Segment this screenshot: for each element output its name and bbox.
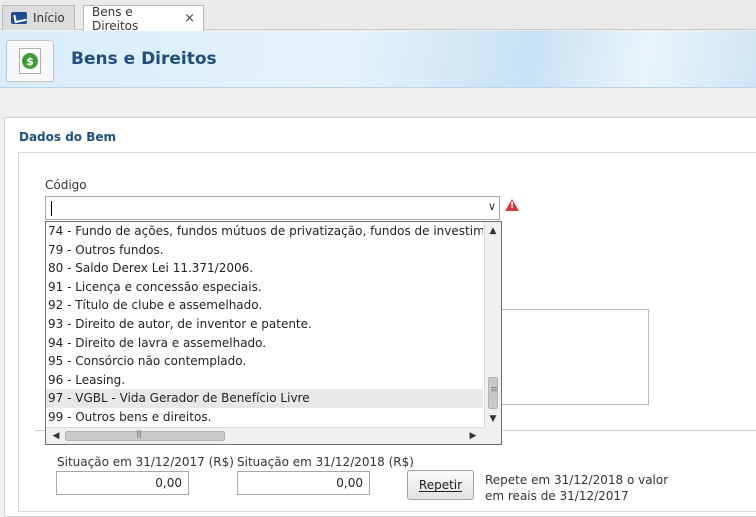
codigo-dropdown-list[interactable]: 74 - Fundo de ações, fundos mútuos de pr… [45,221,502,445]
tab-inicio-label: Início [33,11,65,25]
tab-bens-e-direitos[interactable]: Bens e Direitos × [83,4,204,33]
scroll-up-icon[interactable]: ▲ [485,223,501,239]
list-item[interactable]: 80 - Saldo Derex Lei 11.371/2006. [46,259,483,278]
header-icon-box: $ [6,40,54,82]
page-title: Bens e Direitos [71,49,217,69]
list-item[interactable]: 94 - Direito de lavra e assemelhado. [46,334,483,353]
list-item[interactable]: 92 - Título de clube e assemelhado. [46,296,483,315]
home-icon [11,12,27,24]
page-header: $ Bens e Direitos [0,31,756,88]
situacao-2017-input[interactable] [56,471,189,495]
tab-inicio[interactable]: Início [2,5,75,30]
scroll-left-icon[interactable]: ◀ [48,428,64,444]
scroll-down-icon[interactable]: ▼ [485,411,501,427]
codigo-combobox[interactable]: ∨ [45,196,500,220]
list-item[interactable]: 93 - Direito de autor, de inventor e pat… [46,315,483,334]
list-item[interactable]: 79 - Outros fundos. [46,241,483,260]
codigo-label: Código [45,178,87,192]
text-caret [51,201,52,216]
list-item[interactable]: 99 - Outros bens e direitos. [46,408,483,427]
scroll-right-icon[interactable]: ▶ [465,428,481,444]
list-item[interactable]: 91 - Licença e concessão especiais. [46,278,483,297]
scrollbar-corner [483,427,501,444]
situacao-2018-label: Situação em 31/12/2018 (R$) [237,455,414,469]
chevron-down-icon[interactable]: ∨ [488,200,496,213]
horizontal-scrollbar[interactable]: ◀ ▶ [46,427,483,444]
repetir-button[interactable]: Repetir [407,470,474,500]
scroll-thumb-horizontal[interactable] [65,429,225,441]
discriminacao-textarea[interactable] [498,309,649,405]
list-item-highlighted[interactable]: 97 - VGBL - Vida Gerador de Benefício Li… [46,389,483,408]
coin-icon: $ [22,53,38,69]
warning-icon: ! [505,199,519,211]
option-list: 74 - Fundo de ações, fundos mútuos de pr… [46,222,483,428]
list-item[interactable]: 74 - Fundo de ações, fundos mútuos de pr… [46,222,483,241]
situacao-2017-label: Situação em 31/12/2017 (R$) [57,455,234,469]
close-icon[interactable]: × [184,11,195,26]
section-title: Dados do Bem [19,130,117,144]
tab-bar: Início Bens e Direitos × [0,0,756,33]
repetir-hint: Repete em 31/12/2018 o valor em reais de… [485,473,669,503]
money-document-icon: $ [19,48,41,74]
list-item[interactable]: 96 - Leasing. [46,371,483,390]
vertical-scrollbar[interactable]: ▲ ▼ [484,222,501,428]
list-item[interactable]: 95 - Consórcio não contemplado. [46,352,483,371]
tab-bens-label: Bens e Direitos [92,4,139,33]
situacao-2018-input[interactable] [237,471,370,495]
scroll-thumb[interactable] [488,377,499,409]
